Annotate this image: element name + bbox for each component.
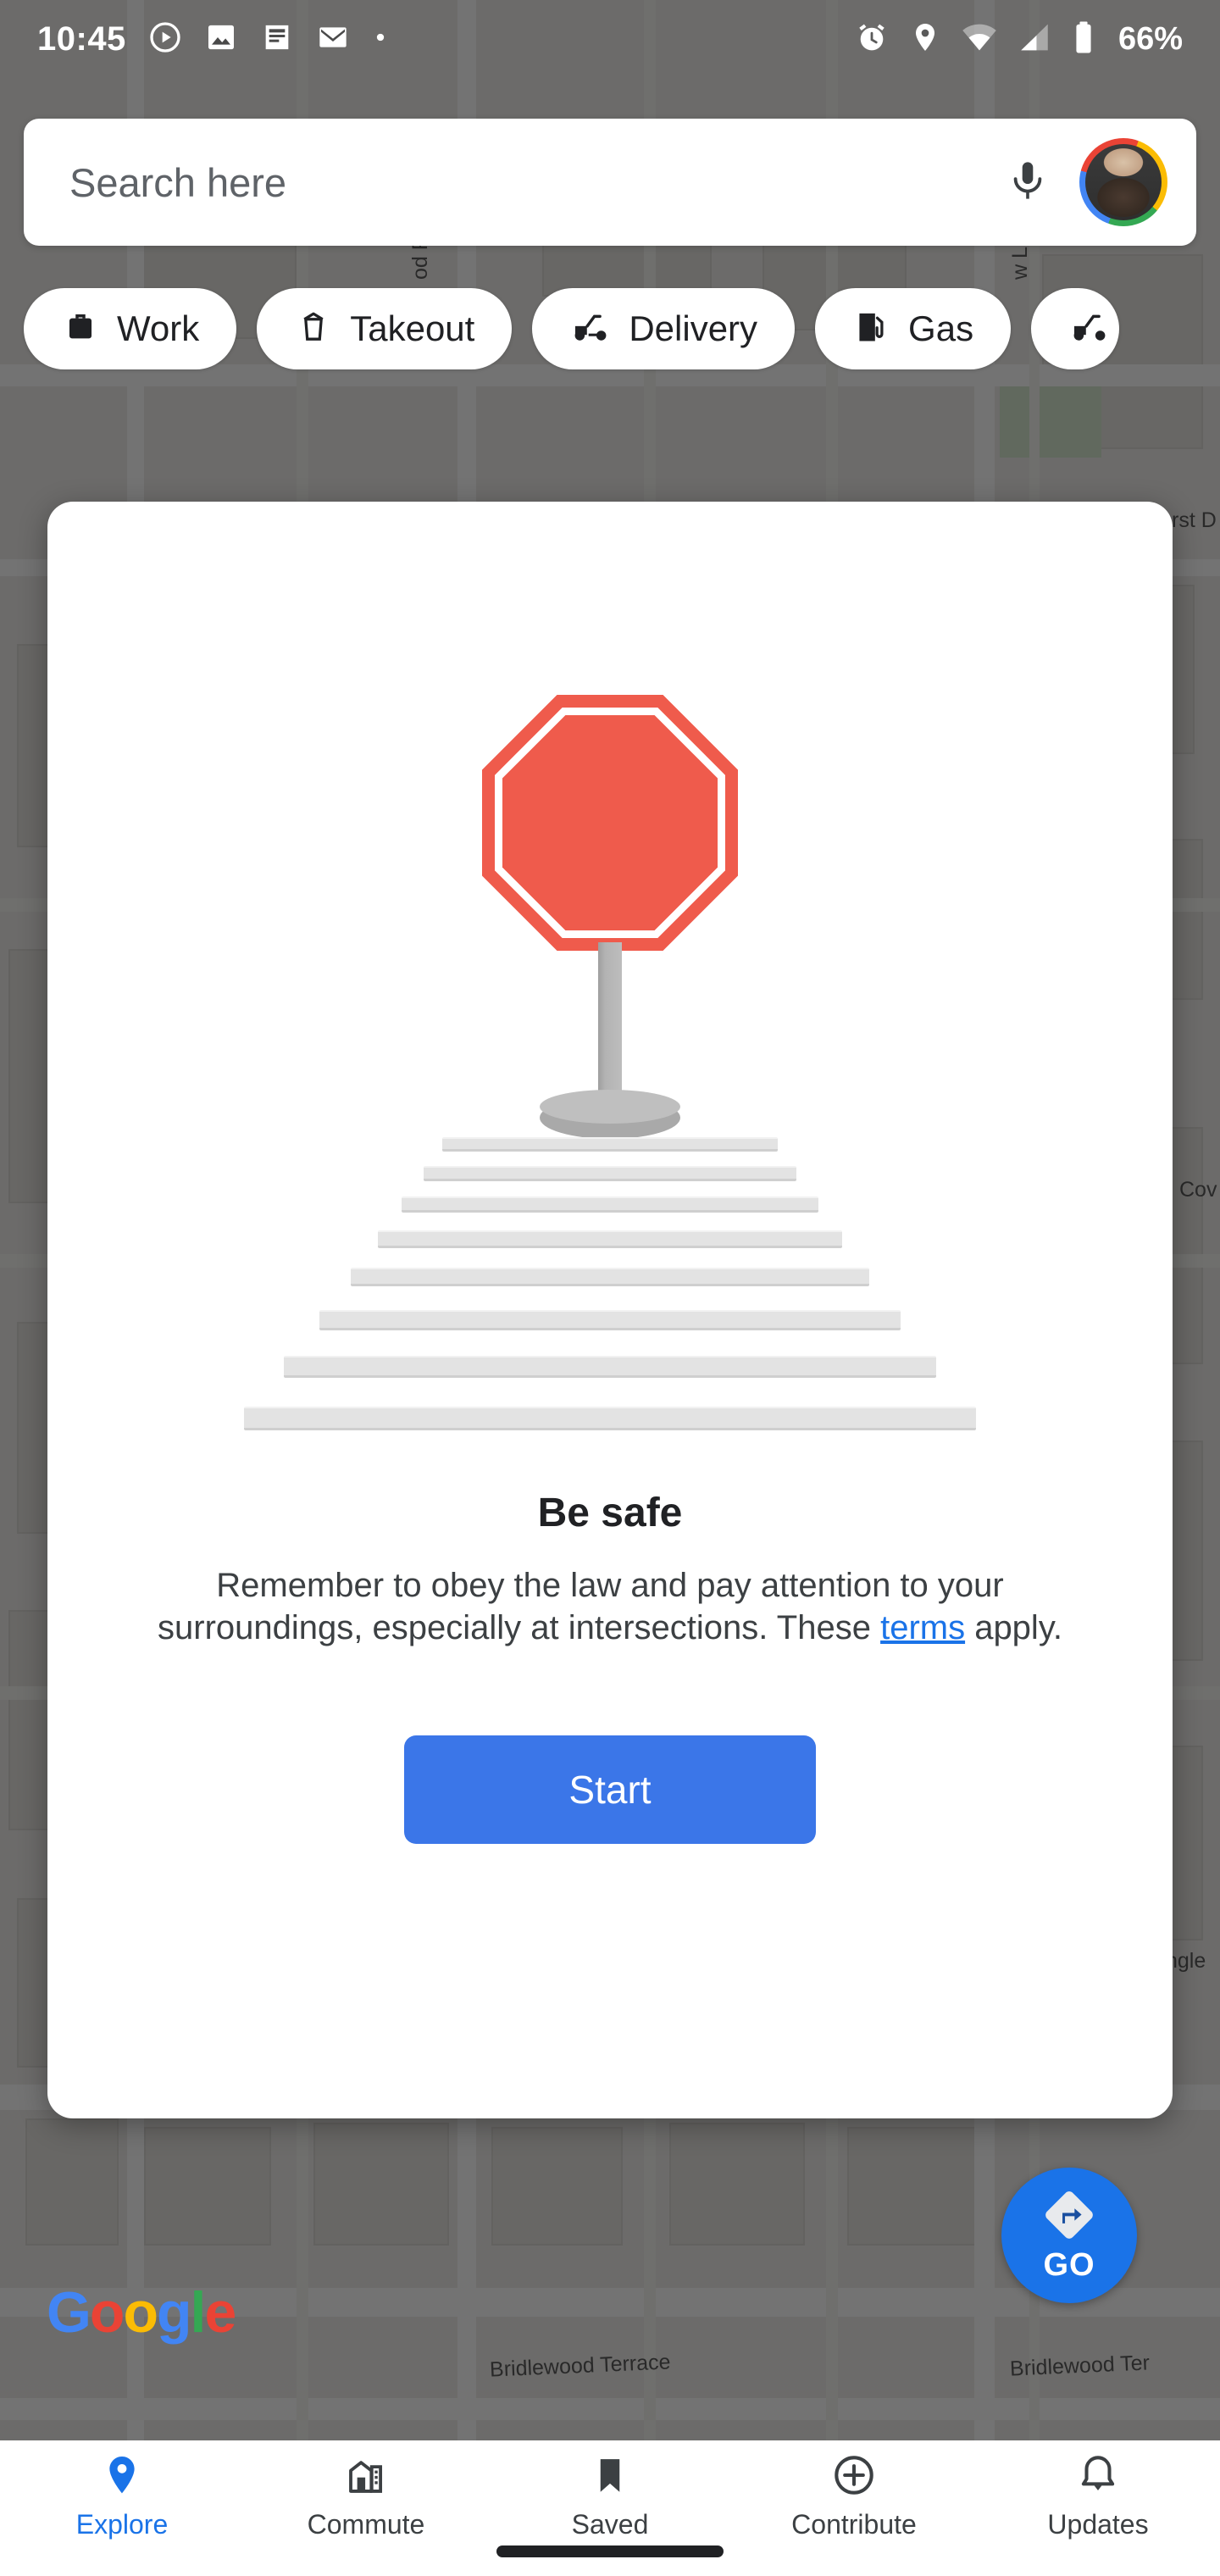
google-logo-letter: e (204, 2280, 236, 2345)
crosswalk-stripe (424, 1166, 796, 1181)
building-icon (343, 2452, 389, 2502)
chip-label: Takeout (350, 308, 475, 348)
status-bar: 10:45 66% (0, 0, 1220, 78)
location-icon (908, 20, 942, 58)
dialog-body-before: Remember to obey the law and pay attenti… (158, 1567, 1004, 1646)
location-pin-icon (99, 2452, 145, 2502)
cellular-icon (1017, 19, 1052, 59)
google-logo-letter: o (89, 2280, 125, 2345)
stop-sign-face (502, 715, 718, 930)
nav-item-saved[interactable]: Saved (488, 2452, 732, 2540)
bell-icon (1075, 2452, 1121, 2502)
search-bar[interactable]: Search here (24, 119, 1196, 246)
crosswalk-stripe (378, 1230, 842, 1248)
status-time: 10:45 (37, 19, 126, 58)
crosswalk-stripe (319, 1310, 901, 1330)
chip-partial[interactable] (1031, 288, 1120, 369)
google-logo: Google (47, 2279, 236, 2346)
google-logo-letter: o (123, 2280, 158, 2345)
nav-item-contribute[interactable]: Contribute (732, 2452, 976, 2540)
google-logo-letter: g (157, 2280, 192, 2345)
alarm-icon (854, 19, 890, 59)
avatar-photo (1085, 144, 1162, 220)
status-bar-right: 66% (854, 19, 1183, 60)
crosswalk-stripes (47, 1129, 1173, 1468)
google-logo-letter: G (47, 2280, 92, 2345)
plus-circle-icon (831, 2452, 877, 2502)
briefcase-icon (61, 308, 100, 351)
scooter-icon (569, 308, 612, 351)
crosswalk-stripe (244, 1407, 976, 1430)
dot-icon (372, 29, 389, 50)
nav-label: Updates (1047, 2509, 1149, 2540)
chip-work[interactable]: Work (24, 288, 237, 369)
battery-percent: 66% (1117, 20, 1183, 57)
scooter-icon (1068, 308, 1111, 351)
filter-chips-row[interactable]: Work Takeout Delivery Gas (24, 288, 1120, 369)
article-icon (260, 20, 294, 58)
fuel-pump-icon (852, 308, 891, 351)
bookmark-icon (587, 2452, 633, 2502)
search-input[interactable]: Search here (69, 159, 1005, 206)
wifi-icon (961, 19, 998, 60)
dialog-title: Be safe (537, 1491, 683, 1535)
microphone-icon[interactable] (1005, 158, 1051, 208)
battery-icon (1071, 19, 1096, 59)
chip-label: Gas (908, 308, 974, 348)
chip-takeout[interactable]: Takeout (257, 288, 513, 369)
nav-label: Contribute (791, 2509, 917, 2540)
chip-delivery[interactable]: Delivery (532, 288, 796, 369)
gmail-icon (316, 20, 350, 58)
terms-link[interactable]: terms (880, 1609, 965, 1646)
nav-label: Commute (307, 2509, 425, 2540)
crosswalk-stripe (402, 1196, 818, 1213)
nav-label: Saved (571, 2509, 649, 2540)
turn-right-diamond-icon (1041, 2187, 1097, 2247)
photos-icon (204, 20, 238, 58)
dialog-body-after: apply. (965, 1608, 1062, 1646)
start-button[interactable]: Start (404, 1735, 816, 1845)
nav-item-updates[interactable]: Updates (976, 2452, 1220, 2540)
chip-label: Work (117, 308, 200, 348)
home-indicator[interactable] (496, 2545, 724, 2557)
chip-label: Delivery (629, 308, 758, 348)
play-circle-icon (148, 20, 182, 58)
crosswalk-stripe (284, 1356, 936, 1378)
nav-item-explore[interactable]: Explore (0, 2452, 244, 2540)
sign-pole (598, 942, 622, 1112)
crosswalk-stripe (351, 1268, 869, 1286)
status-bar-left: 10:45 (37, 20, 389, 58)
crosswalk-stripe (442, 1137, 778, 1152)
stop-sign-icon (482, 695, 738, 951)
sign-pole-base (540, 1090, 680, 1124)
be-safe-dialog: Be safe Remember to obey the law and pay… (47, 502, 1173, 2118)
avatar[interactable] (1079, 138, 1167, 226)
takeout-cup-icon (294, 308, 333, 351)
dialog-body-text: Remember to obey the law and pay attenti… (47, 1565, 1173, 1649)
google-logo-letter: l (190, 2280, 207, 2345)
go-navigation-button[interactable]: GO (1001, 2168, 1137, 2303)
nav-item-commute[interactable]: Commute (244, 2452, 488, 2540)
nav-label: Explore (75, 2509, 169, 2540)
stop-sign-crosswalk-illustration (47, 502, 1173, 1476)
go-button-label: GO (1043, 2247, 1095, 2283)
chip-gas[interactable]: Gas (815, 288, 1012, 369)
